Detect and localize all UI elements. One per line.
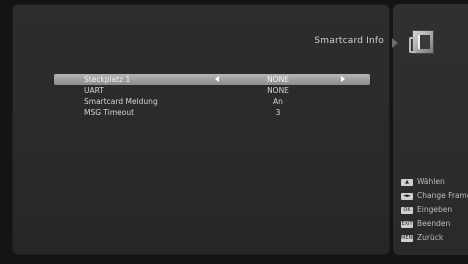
- arrow-left-icon[interactable]: [215, 76, 219, 82]
- row-label: MSG Timeout: [84, 108, 135, 117]
- left-right-key-icon: ◄►: [401, 193, 413, 200]
- up-key-icon: ▲: [401, 179, 413, 186]
- row-label: Steckplatz 1: [84, 75, 131, 84]
- title-pointer-icon: [392, 38, 398, 48]
- page-title: Smartcard Info: [314, 36, 384, 46]
- ok-key-icon: OK: [401, 207, 413, 214]
- menu-row-steckplatz[interactable]: Steckplatz 1 NONE: [54, 74, 370, 85]
- menu-row-msg-timeout[interactable]: MSG Timeout 3: [54, 107, 370, 118]
- legend-label: Wählen: [417, 177, 445, 186]
- row-label: UART: [84, 86, 104, 95]
- row-value: NONE: [267, 86, 289, 95]
- row-value: NONE: [267, 75, 289, 84]
- legend-label: Change Frame: [417, 191, 468, 200]
- arrow-right-icon[interactable]: [341, 76, 345, 82]
- exit-key-icon: EXIT: [401, 221, 413, 228]
- menu-key-icon: MENU: [401, 235, 416, 242]
- settings-list: Steckplatz 1 NONE UART NONE Smartcard Me…: [54, 74, 370, 118]
- menu-row-smartcard-meldung[interactable]: Smartcard Meldung An: [54, 96, 370, 107]
- row-value: 3: [275, 108, 281, 117]
- legend-label: Eingeben: [417, 205, 453, 214]
- row-label: Smartcard Meldung: [84, 97, 158, 106]
- screen-frame: Smartcard Info Steckplatz 1 NONE UART NO…: [0, 0, 468, 264]
- menu-row-uart[interactable]: UART NONE: [54, 85, 370, 96]
- legend-label: Zurück: [417, 233, 444, 242]
- row-value: An: [273, 97, 283, 106]
- legend-label: Beenden: [417, 219, 451, 228]
- smartcard-icon: [409, 30, 434, 54]
